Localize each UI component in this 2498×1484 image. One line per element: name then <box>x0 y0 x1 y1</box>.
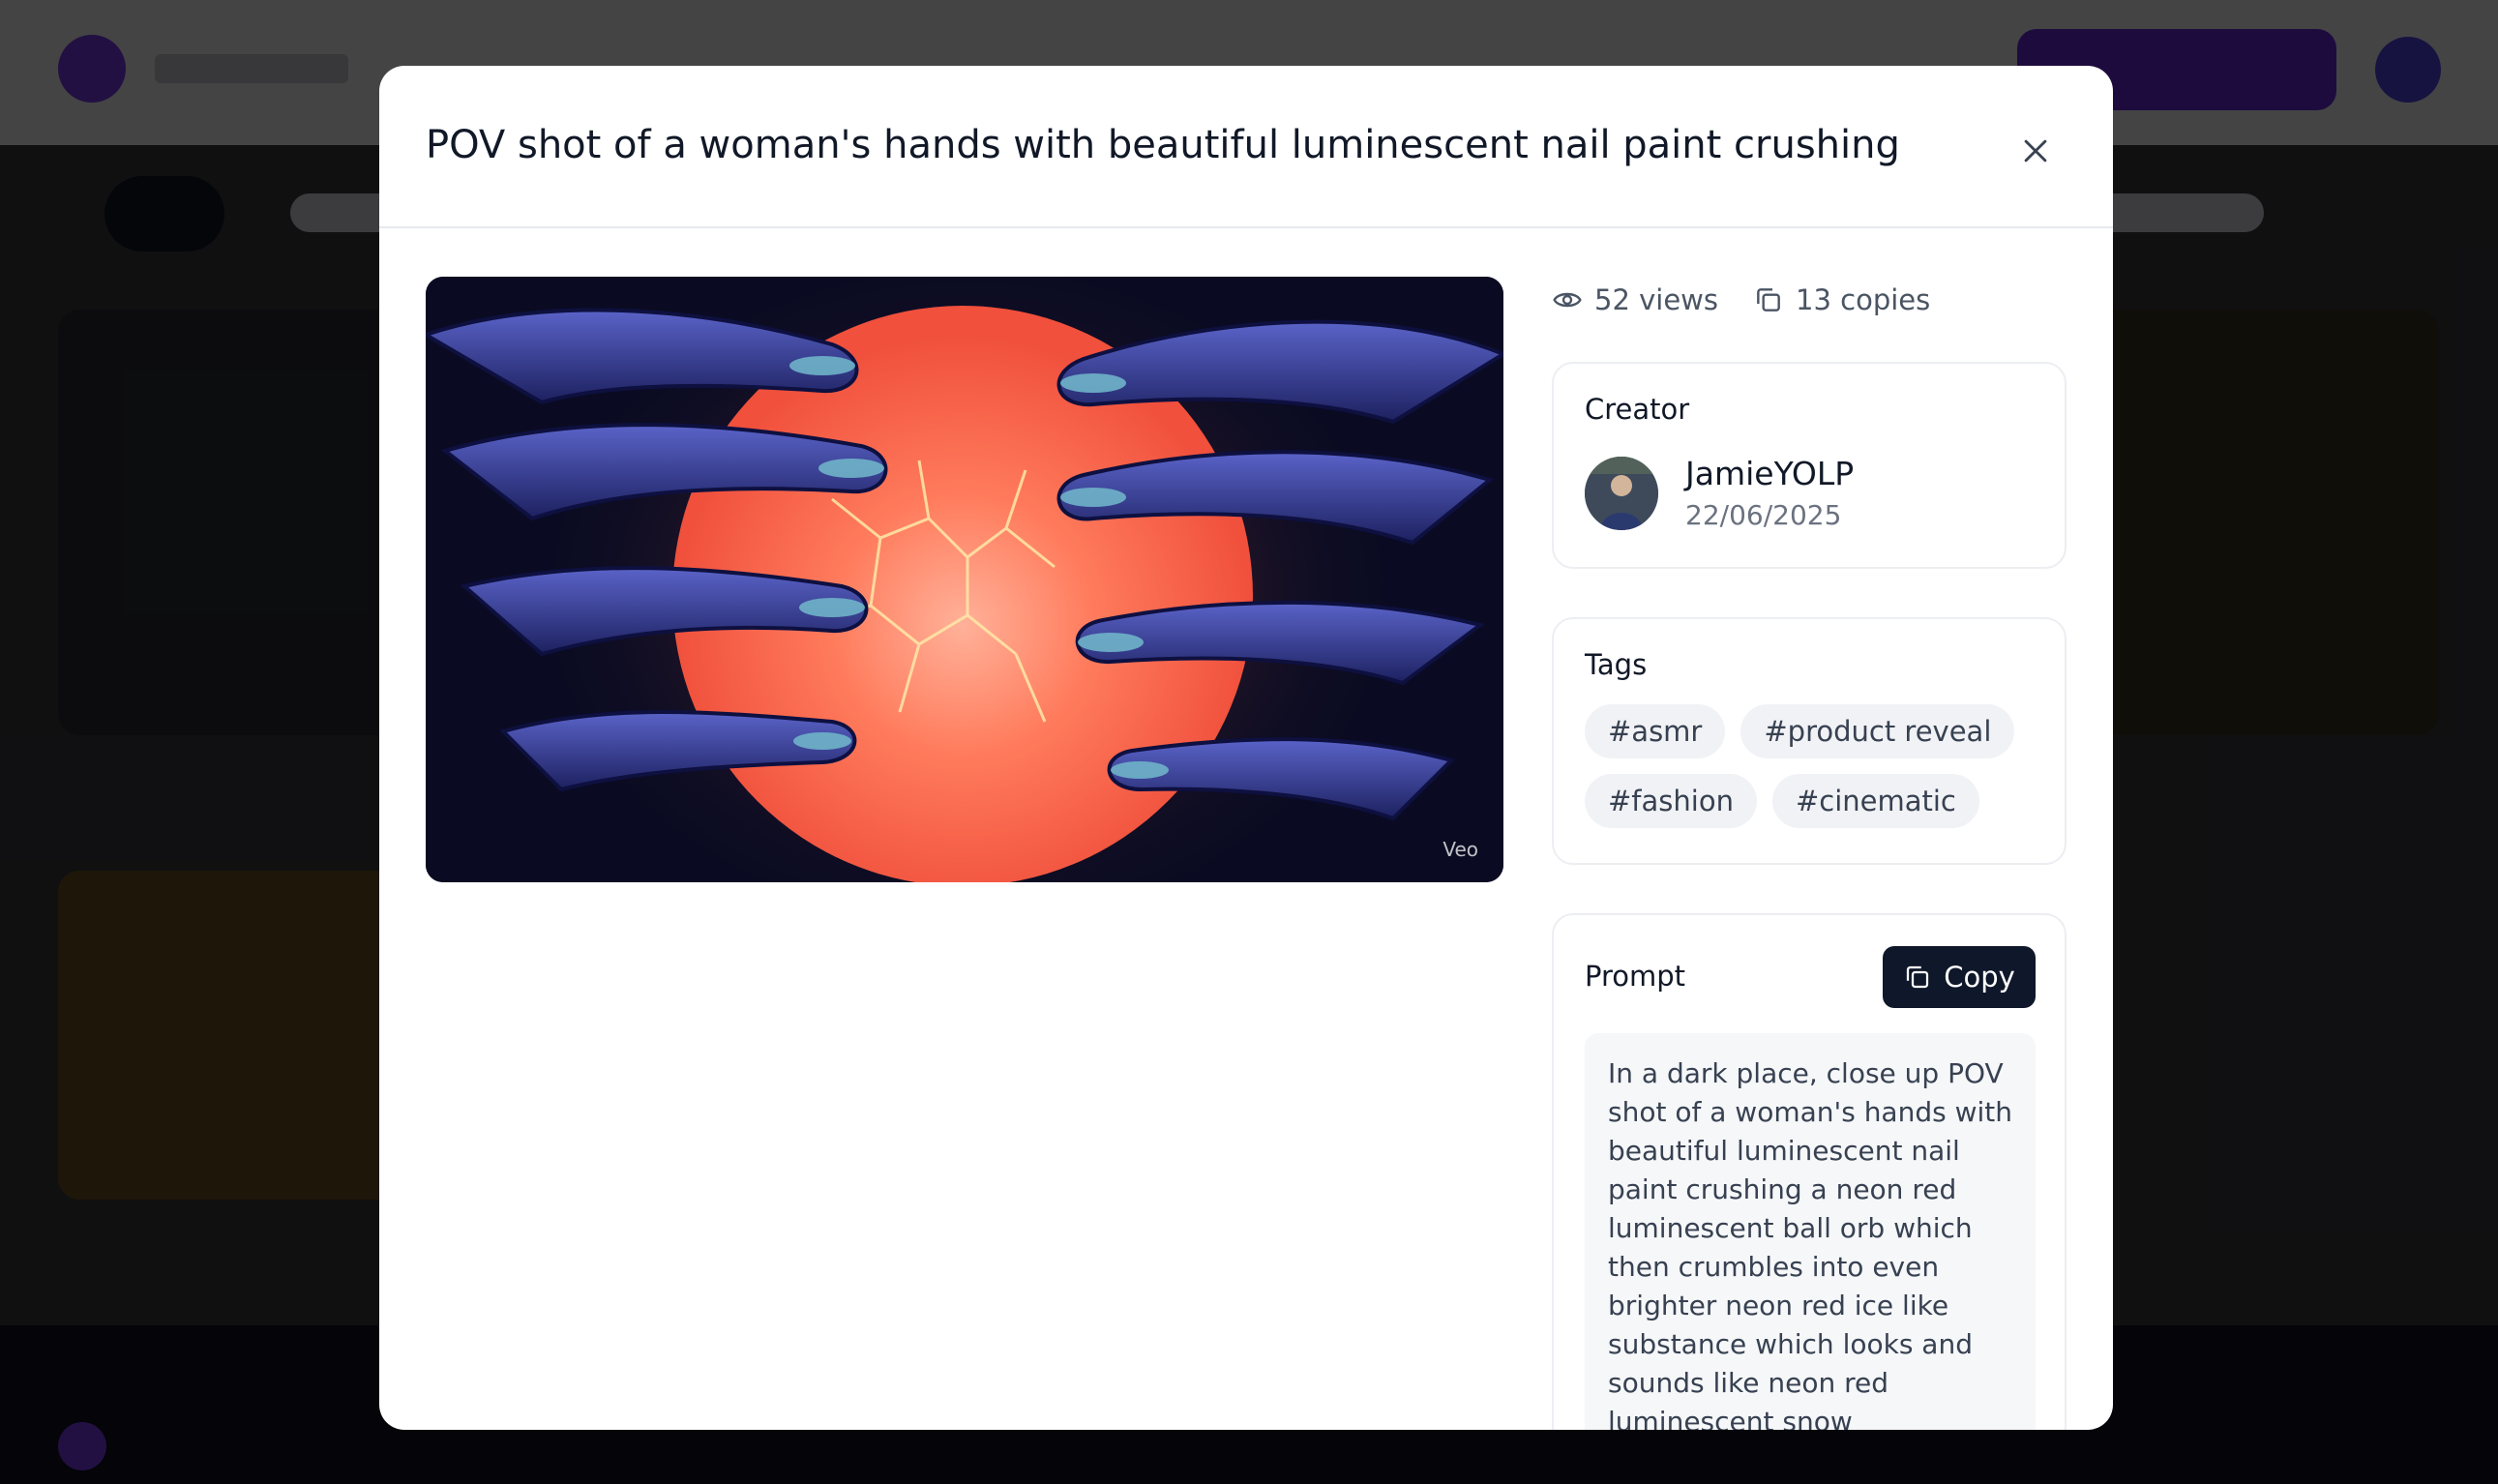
tag-chip[interactable]: #asmr <box>1585 704 1726 758</box>
video-watermark: Veo <box>1442 838 1478 861</box>
modal-title: POV shot of a woman's hands with beautif… <box>426 123 1900 167</box>
video-stats: 52 views 13 copies <box>1552 277 1965 323</box>
video-detail-modal: POV shot of a woman's hands with beautif… <box>379 66 2113 1430</box>
tag-list: #asmr #product reveal #fashion #cinemati… <box>1585 704 2049 844</box>
avatar[interactable] <box>1585 457 1658 530</box>
views-stat: 52 views <box>1552 283 1718 316</box>
tag-chip[interactable]: #cinematic <box>1771 774 1979 828</box>
prompt-panel: Prompt Copy In a dark place, close up PO… <box>1552 913 2067 1430</box>
tag-chip[interactable]: #fashion <box>1585 774 1757 828</box>
prompt-text: In a dark place, close up POV shot of a … <box>1585 1033 2036 1430</box>
copies-count: 13 copies <box>1796 283 1931 316</box>
copy-button-label: Copy <box>1944 961 2015 994</box>
tags-label: Tags <box>1585 648 1648 681</box>
avatar-image <box>1585 457 1658 530</box>
eye-icon <box>1553 292 1582 308</box>
video-player[interactable]: Veo <box>426 277 1503 882</box>
copy-prompt-button[interactable]: Copy <box>1883 946 2036 1008</box>
video-thumbnail <box>426 277 1503 882</box>
modal-header: POV shot of a woman's hands with beautif… <box>379 66 2113 228</box>
tags-panel: Tags #asmr #product reveal #fashion #cin… <box>1552 617 2067 865</box>
close-button[interactable] <box>2005 120 2067 182</box>
copy-icon <box>1907 965 1929 989</box>
copy-icon <box>1757 288 1780 312</box>
creator-name[interactable]: JamieYOLP <box>1685 455 1854 492</box>
copies-stat: 13 copies <box>1753 283 1930 316</box>
creator-date: 22/06/2025 <box>1685 499 1842 531</box>
creator-label: Creator <box>1585 393 1690 426</box>
creator-panel: Creator JamieYOLP 22/06/2025 <box>1552 362 2067 569</box>
tag-chip[interactable]: #product reveal <box>1740 704 2015 758</box>
close-icon <box>2024 139 2047 163</box>
views-count: 52 views <box>1594 283 1719 316</box>
prompt-label: Prompt <box>1585 960 1686 993</box>
